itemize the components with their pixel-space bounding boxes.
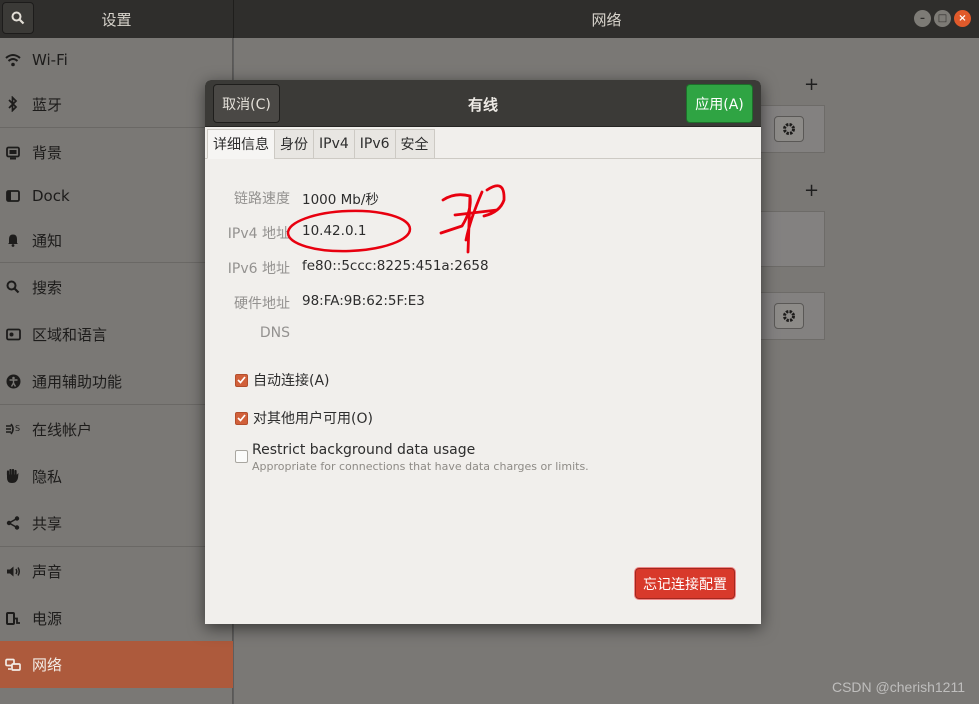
sidebar-item-accessibility[interactable]: 通用辅助功能 (0, 358, 233, 404)
minimize-button[interactable]: – (914, 10, 931, 27)
sidebar-item-region-language[interactable]: 区域和语言 (0, 311, 233, 357)
gear-icon (783, 123, 795, 135)
search-icon (0, 280, 27, 294)
maximize-button[interactable]: □ (934, 10, 951, 27)
forget-connection-button[interactable]: 忘记连接配置 (635, 568, 735, 599)
sidebar-divider (0, 404, 233, 405)
sidebar: Wi-Fi 蓝牙 背景 Dock 通知 搜索 区域和语言 通用辅助功能 S 在线… (0, 38, 233, 704)
tab-security[interactable]: 安全 (394, 129, 435, 159)
network-icon (0, 658, 27, 672)
bluetooth-icon (0, 96, 27, 112)
hardware-address-label: 硬件地址 (234, 296, 290, 312)
hardware-address-value: 98:FA:9B:62:5F:E3 (302, 293, 425, 309)
bell-icon (0, 233, 27, 247)
tab-identity[interactable]: 身份 (274, 129, 314, 159)
dns-label: DNS (259, 325, 290, 341)
sidebar-item-online-accounts[interactable]: S 在线帐户 (0, 406, 233, 452)
sidebar-item-label: 隐私 (32, 467, 63, 486)
link-speed-label: 链路速度 (234, 191, 290, 207)
sidebar-item-wifi[interactable]: Wi-Fi (0, 42, 233, 77)
watermark: CSDN @cherish1211 (831, 679, 965, 695)
sidebar-item-sharing[interactable]: 共享 (0, 500, 233, 546)
add-vpn-button[interactable]: + (804, 180, 819, 201)
checkmark-icon (237, 376, 246, 384)
sidebar-item-label: 区域和语言 (32, 325, 108, 344)
sidebar-item-notifications[interactable]: 通知 (0, 218, 233, 262)
ipv6-label: IPv6 地址 (227, 261, 290, 277)
ipv6-value: fe80::5ccc:8225:451a:2658 (302, 258, 489, 274)
sidebar-item-label: 通知 (32, 231, 63, 250)
other-users-row[interactable]: 对其他用户可用(O) (235, 408, 373, 428)
auto-connect-checkbox[interactable] (235, 373, 248, 387)
sidebar-item-label: 通用辅助功能 (32, 372, 123, 391)
auto-connect-row[interactable]: 自动连接(A) (235, 370, 330, 390)
sidebar-item-dock[interactable]: Dock (0, 176, 233, 216)
dialog-header: 取消(C) 有线 应用(A) (205, 80, 761, 127)
add-wired-button[interactable]: + (804, 74, 819, 95)
power-icon (0, 611, 27, 626)
sidebar-item-search[interactable]: 搜索 (0, 264, 233, 310)
ipv4-label: IPv4 地址 (227, 226, 290, 242)
panel-title: 网络 (591, 11, 622, 29)
sidebar-item-privacy[interactable]: 隐私 (0, 453, 233, 499)
link-speed-value: 1000 Mb/秒 (302, 192, 379, 208)
sidebar-divider (0, 262, 233, 263)
auto-connect-label: 自动连接(A) (253, 373, 330, 389)
sidebar-item-label: 电源 (32, 609, 63, 628)
speaker-icon (0, 565, 27, 578)
dock-icon (0, 189, 27, 203)
share-icon (0, 516, 27, 530)
online-accounts-icon: S (0, 422, 27, 436)
svg-text:S: S (15, 424, 20, 433)
proxy-settings-button[interactable] (774, 303, 804, 329)
sidebar-item-label: Dock (32, 187, 70, 205)
apply-button[interactable]: 应用(A) (686, 84, 753, 123)
vpn-row (754, 211, 825, 267)
other-users-checkbox[interactable] (235, 411, 248, 425)
tab-ipv6[interactable]: IPv6 (353, 129, 396, 159)
window-controls: – □ × (914, 10, 971, 27)
other-users-label: 对其他用户可用(O) (253, 411, 373, 427)
restrict-data-label: Restrict background data usage (252, 442, 476, 458)
privacy-hand-icon (0, 468, 27, 484)
sidebar-divider (0, 127, 233, 128)
region-icon (0, 328, 27, 341)
wifi-icon (0, 53, 27, 67)
sidebar-item-network[interactable]: 网络 (0, 641, 233, 688)
restrict-data-description: Appropriate for connections that have da… (252, 460, 589, 473)
wired-connection-dialog: 取消(C) 有线 应用(A) 详细信息 身份 IPv4 IPv6 安全 链路速度… (205, 80, 761, 624)
sidebar-item-label: 共享 (32, 514, 63, 533)
sidebar-item-label: 蓝牙 (32, 95, 63, 114)
sidebar-item-label: 搜索 (32, 278, 63, 297)
sidebar-item-label: 网络 (32, 656, 63, 674)
sidebar-divider (0, 546, 233, 547)
sidebar-item-background[interactable]: 背景 (0, 129, 233, 176)
sidebar-item-label: 背景 (32, 144, 63, 162)
restrict-data-checkbox[interactable] (235, 450, 248, 463)
tab-details[interactable]: 详细信息 (207, 129, 275, 159)
tab-ipv4[interactable]: IPv4 (313, 129, 355, 159)
checkmark-icon (237, 414, 246, 422)
close-button[interactable]: × (954, 10, 971, 27)
restrict-data-row[interactable] (235, 450, 248, 463)
settings-title: 设置 (101, 11, 132, 29)
gear-icon (783, 310, 795, 322)
header-bar: 设置 网络 – □ × (0, 0, 979, 38)
sidebar-item-bluetooth[interactable]: 蓝牙 (0, 81, 233, 127)
accessibility-icon (0, 374, 27, 389)
sidebar-item-power[interactable]: 电源 (0, 595, 233, 641)
wired-settings-button[interactable] (774, 116, 804, 142)
sidebar-item-sound[interactable]: 声音 (0, 548, 233, 594)
dialog-tabs: 详细信息 身份 IPv4 IPv6 安全 (207, 129, 435, 159)
ipv4-value: 10.42.0.1 (302, 223, 367, 239)
dialog-title: 有线 (467, 96, 498, 114)
background-icon (0, 146, 27, 160)
sidebar-item-label: 声音 (32, 562, 63, 581)
sidebar-item-label: 在线帐户 (32, 420, 93, 439)
sidebar-item-label: Wi-Fi (32, 50, 68, 69)
